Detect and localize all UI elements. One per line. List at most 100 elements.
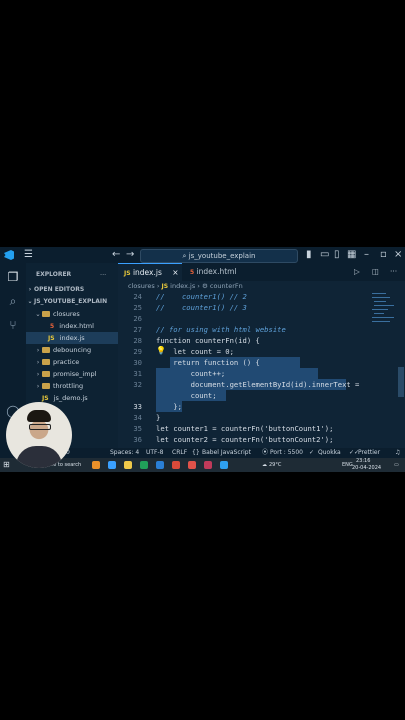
split-editor-icon[interactable]: ◫ [372, 263, 379, 281]
js-file-icon: JS [48, 335, 55, 342]
presenter-shirt [16, 446, 62, 468]
back-arrow-icon[interactable]: ← [112, 249, 120, 261]
presenter-glasses [29, 424, 51, 430]
chevron-right-icon: › [36, 358, 40, 366]
quokka-status[interactable]: Quokka [318, 448, 341, 458]
live-server-port[interactable]: Port : 5500 [270, 448, 303, 458]
taskbar-vscode-icon[interactable] [220, 461, 228, 469]
line-number: 28 [133, 336, 142, 345]
line-number: 30 [133, 358, 142, 367]
code-line: } [156, 413, 161, 422]
more-actions-icon[interactable]: ··· [100, 269, 114, 281]
explorer-title: EXPLORER [36, 271, 72, 278]
line-number: 32 [133, 380, 142, 389]
notifications-icon[interactable]: ♫ [395, 448, 400, 458]
tab-index-js[interactable]: JS index.js × [118, 263, 182, 282]
language-mode[interactable]: Babel JavaScript [202, 448, 251, 458]
menu-icon[interactable]: ☰ [24, 249, 33, 261]
tree-file-index-html[interactable]: 5 index.html [26, 320, 118, 332]
prettier-status[interactable]: Prettier [358, 448, 380, 458]
html-file-icon: 5 [50, 323, 55, 330]
taskbar-app-icon[interactable] [188, 461, 196, 469]
line-number: 25 [133, 303, 142, 312]
explorer-icon[interactable]: ❐ [5, 269, 21, 285]
line-number: 27 [133, 325, 142, 334]
folder-icon [42, 383, 50, 389]
encoding-status[interactable]: UTF-8 [146, 448, 164, 458]
editor-scrollbar[interactable] [398, 367, 404, 397]
line-number: 36 [133, 435, 142, 444]
weather-icon: ☁ [262, 462, 267, 468]
tree-folder-promise-impl[interactable]: › promise_impl [26, 368, 118, 380]
source-control-icon[interactable]: ⑂ [5, 317, 21, 333]
minimap-line [374, 305, 394, 306]
braces-icon: {} [192, 449, 200, 456]
chevron-down-icon: ⌄ [35, 310, 41, 318]
forward-arrow-icon[interactable]: → [126, 249, 134, 261]
taskbar-app-icon[interactable] [156, 461, 164, 469]
line-number: 34 [133, 413, 142, 422]
taskbar-app-icon[interactable] [108, 461, 116, 469]
line-number: 35 [133, 424, 142, 433]
chevron-right-icon: › [36, 382, 40, 390]
code-line: let counter2 = counterFn('buttonCount2')… [156, 435, 334, 444]
search-icon: ⌕ [182, 252, 187, 260]
clock-time[interactable]: 23:16 [356, 458, 370, 465]
code-line: document.getElementById(id).innerText = [156, 380, 360, 389]
tree-folder-closures[interactable]: ⌄ closures [26, 308, 118, 320]
maximize-icon[interactable]: ▫ [380, 249, 387, 261]
close-window-icon[interactable]: × [394, 249, 402, 261]
weather-temp[interactable]: 29°C [269, 462, 281, 469]
breadcrumb: closures › JS index.js › ⚙ counterFn [128, 282, 243, 290]
toggle-sidebar-icon[interactable]: ▮ [306, 249, 312, 261]
toggle-secondary-sidebar-icon[interactable]: ▯ [334, 249, 340, 261]
minimap-line [372, 317, 394, 318]
vscode-logo-icon [4, 250, 14, 260]
open-editors-section[interactable]: › OPEN EDITORS [26, 284, 118, 296]
line-number: 24 [133, 292, 142, 301]
notification-center-icon[interactable]: ▭ [394, 462, 399, 469]
tree-file-index-js[interactable]: JS index.js [26, 332, 118, 344]
windows-start-icon[interactable]: ⊞ [3, 461, 10, 469]
clock-date[interactable]: 20-04-2024 [352, 465, 381, 472]
minimize-icon[interactable]: – [364, 249, 369, 261]
js-file-icon: JS [124, 270, 131, 277]
code-line: }; [156, 402, 182, 411]
taskbar-app-icon[interactable] [204, 461, 212, 469]
line-number: 31 [133, 369, 142, 378]
js-file-icon: JS [42, 395, 49, 402]
code-line: let count = 0; [156, 347, 234, 356]
folder-icon [42, 347, 50, 353]
js-file-icon: JS [161, 283, 169, 290]
code-line: count++; [156, 369, 226, 378]
indentation-status[interactable]: Spaces: 4 [110, 448, 139, 458]
run-icon[interactable]: ▷ [354, 263, 360, 281]
taskbar-folder-icon[interactable] [124, 461, 132, 469]
customize-layout-icon[interactable]: ▦ [347, 249, 356, 261]
close-tab-icon[interactable]: × [164, 268, 178, 277]
code-line: return function () { [156, 358, 260, 367]
taskbar-chrome-icon[interactable] [172, 461, 180, 469]
chevron-right-icon: › [28, 286, 32, 293]
tree-folder-practice[interactable]: › practice [26, 356, 118, 368]
live-server-icon: ⦿ [262, 449, 269, 456]
project-section[interactable]: ⌄JS_YOUTUBE_EXPLAIN [26, 296, 118, 308]
tab-index-html[interactable]: 5 index.html [184, 263, 243, 281]
taskbar-app-icon[interactable] [140, 461, 148, 469]
chevron-right-icon: › [36, 370, 40, 378]
tree-folder-debouncing[interactable]: › debouncing [26, 344, 118, 356]
taskbar-app-icon[interactable] [92, 461, 100, 469]
search-view-icon[interactable]: ⌕ [5, 293, 21, 309]
line-number: 26 [133, 314, 142, 323]
eol-status[interactable]: CRLF [172, 448, 187, 458]
toggle-panel-icon[interactable]: ▭ [320, 249, 329, 261]
more-editor-actions-icon[interactable]: ··· [390, 263, 397, 281]
tree-folder-throttling[interactable]: › throttling [26, 380, 118, 392]
minimap-line [372, 297, 390, 298]
code-line: // counter1() // 2 [156, 292, 247, 301]
minimap[interactable] [370, 291, 396, 331]
code-line: let counter1 = counterFn('buttonCount1')… [156, 424, 334, 433]
presenter-hair [27, 410, 51, 422]
code-editor[interactable]: 💡 24 25 26 27 28 29 30 31 32 33 34 35 36… [118, 291, 405, 457]
command-center-search[interactable]: ⌕ js_youtube_explain [140, 249, 298, 263]
